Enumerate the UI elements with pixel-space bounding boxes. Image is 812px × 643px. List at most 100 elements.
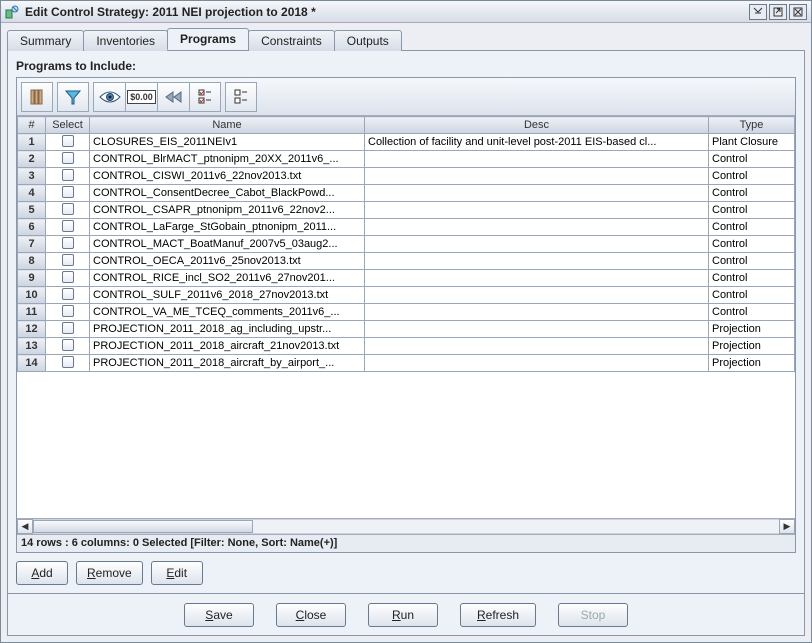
row-type: Control [709, 253, 795, 270]
row-desc [365, 151, 709, 168]
filter-icon[interactable] [57, 82, 89, 112]
tab-row: Summary Inventories Programs Constraints… [7, 29, 805, 51]
row-select[interactable] [46, 270, 90, 287]
close-button[interactable]: Close [276, 603, 346, 627]
table-row[interactable]: 14PROJECTION_2011_2018_aircraft_by_airpo… [18, 355, 795, 372]
section-label: Programs to Include: [16, 59, 796, 73]
col-header-desc[interactable]: Desc [365, 117, 709, 134]
col-header-type[interactable]: Type [709, 117, 795, 134]
row-name: CONTROL_OECA_2011v6_25nov2013.txt [90, 253, 365, 270]
checkbox-icon[interactable] [62, 305, 74, 317]
table-row[interactable]: 1CLOSURES_EIS_2011NEIv1Collection of fac… [18, 134, 795, 151]
row-select[interactable] [46, 287, 90, 304]
checkbox-icon[interactable] [62, 135, 74, 147]
row-num: 10 [18, 287, 46, 304]
checkbox-icon[interactable] [62, 356, 74, 368]
row-num: 3 [18, 168, 46, 185]
row-desc [365, 236, 709, 253]
scroll-thumb[interactable] [33, 520, 253, 533]
currency-icon[interactable]: $0.00 [125, 82, 157, 112]
tab-constraints[interactable]: Constraints [248, 30, 335, 51]
row-name: PROJECTION_2011_2018_aircraft_21nov2013.… [90, 338, 365, 355]
table-row[interactable]: 3CONTROL_CISWI_2011v6_22nov2013.txtContr… [18, 168, 795, 185]
row-select[interactable] [46, 134, 90, 151]
table-row[interactable]: 6CONTROL_LaFarge_StGobain_ptnonipm_2011.… [18, 219, 795, 236]
tab-programs[interactable]: Programs [167, 28, 249, 50]
checklist-icon[interactable] [189, 82, 221, 112]
checkbox-icon[interactable] [62, 339, 74, 351]
table-row[interactable]: 10CONTROL_SULF_2011v6_2018_27nov2013.txt… [18, 287, 795, 304]
run-button[interactable]: Run [368, 603, 438, 627]
rewind-icon[interactable] [157, 82, 189, 112]
edit-button[interactable]: Edit [151, 561, 203, 585]
table-row[interactable]: 13PROJECTION_2011_2018_aircraft_21nov201… [18, 338, 795, 355]
row-desc [365, 321, 709, 338]
close-icon[interactable] [789, 4, 807, 20]
table-row[interactable]: 12 PROJECTION_2011_2018_ag_including_upst… [18, 321, 795, 338]
row-select[interactable] [46, 236, 90, 253]
scroll-right-icon[interactable]: ▶ [779, 519, 795, 534]
app-icon [3, 3, 21, 21]
row-select[interactable] [46, 304, 90, 321]
row-desc [365, 168, 709, 185]
col-header-name[interactable]: Name [90, 117, 365, 134]
table-row[interactable]: 9CONTROL_RICE_incl_SO2_2011v6_27nov201..… [18, 270, 795, 287]
titlebar: Edit Control Strategy: 2011 NEI projecti… [1, 1, 811, 23]
checkbox-icon[interactable] [62, 322, 74, 334]
row-desc [365, 287, 709, 304]
table-row[interactable]: 4CONTROL_ConsentDecree_Cabot_BlackPowd..… [18, 185, 795, 202]
add-button[interactable]: Add [16, 561, 68, 585]
row-name: PROJECTION_2011_2018_ag_including_upstr.… [90, 321, 365, 338]
row-name: CONTROL_CISWI_2011v6_22nov2013.txt [90, 168, 365, 185]
checkbox-icon[interactable] [62, 186, 74, 198]
row-select[interactable] [46, 253, 90, 270]
row-type: Control [709, 304, 795, 321]
checkbox-icon[interactable] [62, 203, 74, 215]
table-row[interactable]: 2CONTROL_BlrMACT_ptnonipm_20XX_2011v6_..… [18, 151, 795, 168]
maximize-icon[interactable] [769, 4, 787, 20]
save-button[interactable]: Save [184, 603, 254, 627]
tab-outputs[interactable]: Outputs [334, 30, 402, 51]
refresh-button[interactable]: Refresh [460, 603, 536, 627]
row-desc [365, 219, 709, 236]
row-desc [365, 253, 709, 270]
row-desc [365, 338, 709, 355]
checklist-clear-icon[interactable] [225, 82, 257, 112]
checkbox-icon[interactable] [62, 288, 74, 300]
row-type: Control [709, 287, 795, 304]
row-desc [365, 185, 709, 202]
checkbox-icon[interactable] [62, 237, 74, 249]
scroll-left-icon[interactable]: ◀ [17, 519, 33, 534]
table-row[interactable]: 7CONTROL_MACT_BoatManuf_2007v5_03aug2...… [18, 236, 795, 253]
row-num: 5 [18, 202, 46, 219]
row-select[interactable] [46, 321, 90, 338]
row-select[interactable] [46, 168, 90, 185]
remove-button[interactable]: Remove [76, 561, 143, 585]
eye-icon[interactable] [93, 82, 125, 112]
checkbox-icon[interactable] [62, 271, 74, 283]
row-select[interactable] [46, 202, 90, 219]
horizontal-scrollbar[interactable]: ◀ ▶ [17, 518, 795, 534]
checkbox-icon[interactable] [62, 254, 74, 266]
table-row[interactable]: 5CONTROL_CSAPR_ptnonipm_2011v6_22nov2...… [18, 202, 795, 219]
checkbox-icon[interactable] [62, 169, 74, 181]
row-select[interactable] [46, 185, 90, 202]
table-row[interactable]: 11CONTROL_VA_ME_TCEQ_comments_2011v6_...… [18, 304, 795, 321]
row-select[interactable] [46, 355, 90, 372]
row-select[interactable] [46, 338, 90, 355]
tab-summary[interactable]: Summary [7, 30, 84, 51]
col-header-num[interactable]: # [18, 117, 46, 134]
minimize-icon[interactable] [749, 4, 767, 20]
scroll-track[interactable] [33, 519, 779, 534]
row-select[interactable] [46, 219, 90, 236]
table-row[interactable]: 8CONTROL_OECA_2011v6_25nov2013.txtContro… [18, 253, 795, 270]
programs-table-wrap: $0.00 [16, 77, 796, 553]
checkbox-icon[interactable] [62, 152, 74, 164]
row-select[interactable] [46, 151, 90, 168]
col-header-select[interactable]: Select [46, 117, 90, 134]
tab-inventories[interactable]: Inventories [83, 30, 168, 51]
row-type: Control [709, 236, 795, 253]
row-num: 12 [18, 321, 46, 338]
columns-icon[interactable] [21, 82, 53, 112]
checkbox-icon[interactable] [62, 220, 74, 232]
